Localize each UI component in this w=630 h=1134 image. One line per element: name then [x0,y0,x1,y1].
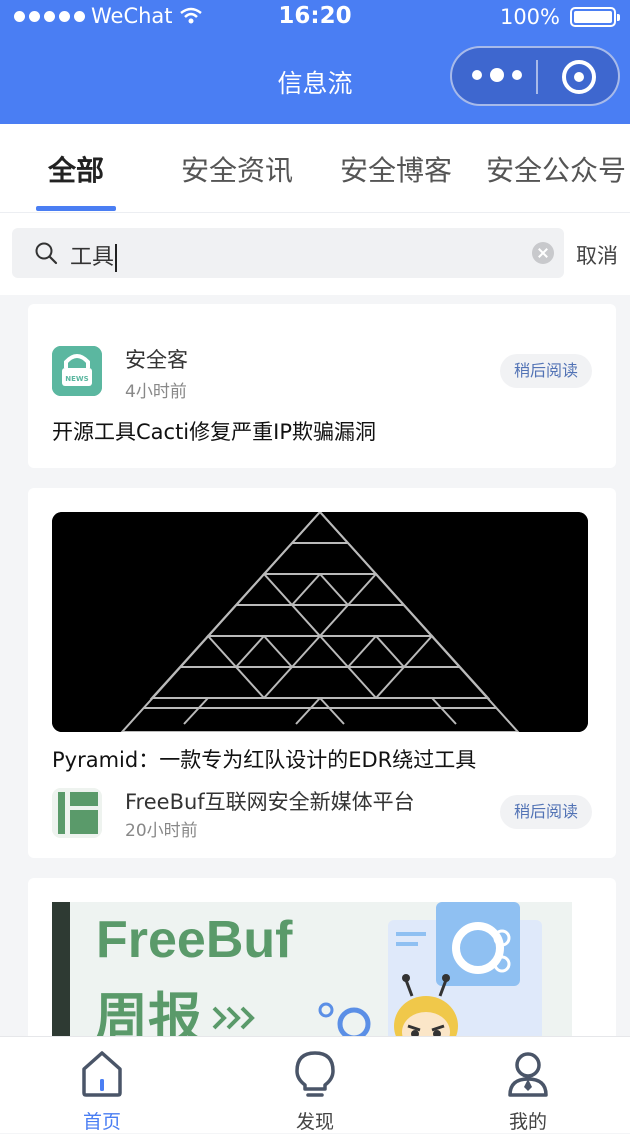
nav-discover[interactable]: 发现 [265,1037,365,1133]
more-icon[interactable] [472,68,522,82]
user-icon [508,1052,548,1097]
capsule-divider [536,60,538,94]
close-miniprogram-icon[interactable] [562,60,596,94]
miniprogram-capsule [450,46,620,106]
nav-label: 发现 [295,1111,334,1133]
clear-search-icon[interactable] [532,242,554,264]
feed-card[interactable]: NEWS 安全客 4小时前 稍后阅读 开源工具Cacti修复严重IP欺骗漏洞 [28,304,616,468]
nav-label: 我的 [508,1111,547,1133]
text-caret [115,244,118,272]
nav-label: 首页 [82,1111,121,1133]
svg-text:NEWS: NEWS [65,375,88,383]
article-title[interactable]: Pyramid：一款专为红队设计的EDR绕过工具 [52,744,476,774]
feed-card[interactable]: Pyramid：一款专为红队设计的EDR绕过工具 FreeBuf互联网安全新媒体… [28,488,616,858]
search-icon [35,242,58,265]
nav-profile[interactable]: 我的 [478,1037,578,1133]
bottom-tab-bar: 首页 发现 我的 [0,1036,630,1133]
double-chevron-icon [212,1006,255,1030]
battery-percent: 100% [499,5,560,29]
battery-status: 100% [499,5,620,29]
banner-title: FreeBuf [96,911,293,969]
status-bar: WeChat 16:20 100% [0,0,630,40]
active-tab-indicator [36,206,116,211]
post-time: 4小时前 [125,382,187,402]
lock-news-icon: NEWS [52,346,102,396]
tab-security-blog[interactable]: 安全博客 [340,149,452,189]
read-later-button[interactable]: 稍后阅读 [500,354,592,388]
freebuf-logo-icon [52,788,102,838]
tab-security-official-accounts[interactable]: 安全公众号 [486,149,626,189]
article-thumbnail[interactable] [52,512,588,732]
search-input[interactable]: 工具 [12,228,564,278]
nav-home[interactable]: 首页 [52,1037,152,1133]
banner-illustration [318,902,542,1048]
app-header: WeChat 16:20 100% 信息流 [0,0,630,124]
home-icon [82,1051,122,1097]
cancel-button[interactable]: 取消 [576,240,618,270]
banner-edge [52,902,70,1048]
source-name: FreeBuf互联网安全新媒体平台 [125,790,415,814]
search-value: 工具 [70,245,115,270]
source-name: 安全客 [125,348,188,372]
tab-security-news[interactable]: 安全资讯 [181,149,293,189]
source-logo-freebuf [52,788,102,838]
source-logo-anquanke: NEWS [52,346,102,396]
search-query: 工具 [70,239,118,272]
feed-card[interactable]: FreeBuf 周报 [28,878,616,1048]
bulb-icon [295,1051,335,1097]
category-tabs: 全部 安全资讯 安全博客 安全公众号 [0,124,630,213]
battery-icon [570,7,620,27]
article-title[interactable]: 开源工具Cacti修复严重IP欺骗漏洞 [52,416,376,446]
read-later-button[interactable]: 稍后阅读 [500,795,592,829]
post-time: 20小时前 [125,821,198,841]
pyramid-image [52,512,588,732]
tab-all[interactable]: 全部 [48,149,104,189]
freebuf-weekly-banner[interactable]: FreeBuf 周报 [52,902,572,1048]
search-bar: 工具 取消 [0,213,630,295]
